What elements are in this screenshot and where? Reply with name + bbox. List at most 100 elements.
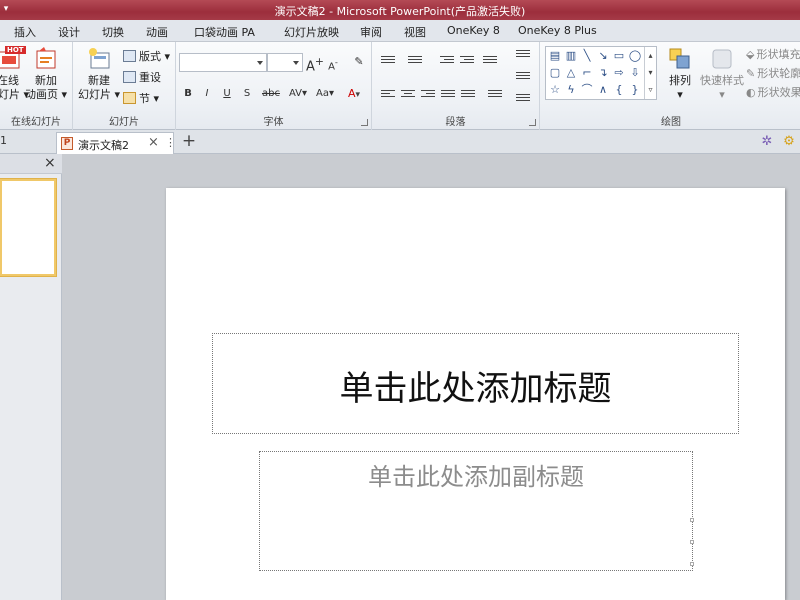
group-label-online-slides: 在线幻灯片	[11, 117, 61, 128]
align-center-icon[interactable]	[400, 88, 416, 102]
tab-review[interactable]: 审阅	[360, 24, 382, 40]
char-spacing-button[interactable]: AV▾	[286, 85, 310, 103]
new-tab-button[interactable]: +	[178, 132, 200, 152]
numbering-icon[interactable]	[407, 54, 423, 68]
new-slide-label-1: 新建	[88, 74, 110, 87]
slide-thumbnail[interactable]	[0, 179, 56, 276]
strikethrough-button[interactable]: abc	[258, 85, 284, 103]
shadow-button[interactable]: S	[238, 85, 256, 103]
align-text-icon[interactable]	[515, 70, 531, 84]
shapes-gallery: ▤ ▥ ╲ ↘ ▭ ◯ ▢ △ ⌐ ↴ ⇨ ⇩ ☆ ϟ ⌒ ∧ { } ▴ ▾ ▿	[545, 46, 657, 100]
tab-view[interactable]: 视图	[404, 24, 426, 40]
new-slide-icon	[86, 46, 112, 72]
left-brace-shape-icon[interactable]: {	[611, 82, 627, 97]
reset-button[interactable]: 重设	[123, 69, 161, 87]
tab-onekey8[interactable]: OneKey 8	[447, 24, 500, 37]
group-label-slides: 幻灯片	[109, 117, 139, 128]
doc-tab-active[interactable]: P 演示文稿2 × ⋮	[56, 132, 176, 154]
line-shape-icon[interactable]: ╲	[579, 48, 595, 63]
tab-transitions[interactable]: 切换	[102, 24, 124, 40]
online-slides-label-2: 幻灯片	[0, 88, 20, 101]
triangle-shape-icon[interactable]: △	[563, 65, 579, 80]
freeform-shape-icon[interactable]: ∧	[595, 82, 611, 97]
skin-icon[interactable]: ✲	[759, 134, 775, 150]
font-color-button[interactable]: A▾	[343, 85, 365, 103]
right-arrow-shape-icon[interactable]: ⇨	[611, 65, 627, 80]
underline-button[interactable]: U	[218, 85, 236, 103]
tab-pocket-animation[interactable]: 口袋动画 PA	[194, 24, 255, 40]
doc-tab-menu-icon[interactable]: ⋮	[165, 136, 176, 149]
tab-insert[interactable]: 插入	[14, 24, 36, 40]
tab-design[interactable]: 设计	[58, 24, 80, 40]
clear-format-icon[interactable]: ✎	[350, 53, 368, 71]
columns-icon[interactable]	[487, 88, 503, 102]
grow-font-button[interactable]: A+	[306, 53, 324, 74]
settings-gear-icon[interactable]: ⚙	[781, 134, 797, 150]
align-right-icon[interactable]	[420, 88, 436, 102]
quick-styles-button[interactable]: 快速样式 ▾	[700, 46, 744, 102]
slides-panel-close-icon[interactable]: ×	[44, 155, 56, 171]
slide-canvas[interactable]: 单击此处添加标题 单击此处添加副标题	[166, 188, 785, 600]
powerpoint-file-icon: P	[61, 137, 73, 150]
bold-button[interactable]: B	[179, 85, 197, 103]
resize-handle[interactable]	[690, 562, 694, 566]
left-tab-stub[interactable]: 1	[0, 134, 7, 147]
justify-icon[interactable]	[440, 88, 456, 102]
arrange-label: 排列	[669, 74, 691, 87]
bullets-icon[interactable]	[380, 54, 396, 68]
font-name-dropdown-icon[interactable]	[257, 61, 263, 65]
rounded-rect-shape-icon[interactable]: ▢	[547, 65, 563, 80]
group-font: A+ A- ✎ B I U S abc AV▾ Aa▾ A▾ 字体	[176, 42, 372, 130]
lightning-shape-icon[interactable]: ϟ	[563, 82, 579, 97]
resize-handle[interactable]	[690, 518, 694, 522]
section-icon	[123, 92, 136, 104]
shape-fill-button[interactable]: ⬙ 形状填充	[746, 46, 800, 64]
italic-button[interactable]: I	[198, 85, 216, 103]
increase-indent-icon[interactable]	[459, 54, 475, 68]
subtitle-placeholder[interactable]: 单击此处添加副标题	[259, 451, 693, 571]
oval-shape-icon[interactable]: ◯	[627, 48, 643, 63]
section-button[interactable]: 节 ▾	[123, 90, 159, 108]
resize-handle[interactable]	[690, 540, 694, 544]
new-anim-label-1: 新加	[35, 74, 57, 87]
shrink-font-button[interactable]: A-	[324, 53, 342, 72]
arrange-button[interactable]: 排列 ▾	[662, 46, 698, 102]
smartart-icon[interactable]	[515, 92, 531, 106]
paragraph-dialog-launcher-icon[interactable]	[529, 119, 536, 126]
line-spacing-icon[interactable]	[482, 54, 498, 68]
change-case-button[interactable]: Aa▾	[313, 85, 337, 103]
elbow-connector-shape-icon[interactable]: ⌐	[579, 65, 595, 80]
doc-tab-close-icon[interactable]: ×	[148, 135, 159, 150]
layout-label: 版式	[139, 50, 161, 63]
decrease-indent-icon[interactable]	[439, 54, 455, 68]
tab-animations[interactable]: 动画	[146, 24, 168, 40]
arrow-line-shape-icon[interactable]: ↘	[595, 48, 611, 63]
slides-panel-header: ×	[0, 154, 62, 174]
new-slide-button[interactable]: 新建 幻灯片 ▾	[75, 46, 123, 102]
font-size-dropdown-icon[interactable]	[293, 61, 299, 65]
font-size-combo[interactable]	[267, 53, 303, 72]
distribute-icon[interactable]	[460, 88, 476, 102]
window-title: 演示文稿2 - Microsoft PowerPoint(产品激活失败)	[274, 5, 526, 18]
title-placeholder[interactable]: 单击此处添加标题	[212, 333, 739, 434]
elbow-arrow-shape-icon[interactable]: ↴	[595, 65, 611, 80]
shapes-gallery-scroll[interactable]: ▴ ▾ ▿	[644, 47, 656, 99]
vertical-textbox-shape-icon[interactable]: ▥	[563, 48, 579, 63]
rectangle-shape-icon[interactable]: ▭	[611, 48, 627, 63]
shape-effects-button[interactable]: ◐ 形状效果	[746, 84, 800, 102]
new-animation-page-button[interactable]: 新加 动画页 ▾	[24, 46, 68, 102]
align-left-icon[interactable]	[380, 88, 396, 102]
slides-panel: ×	[0, 154, 62, 600]
star-shape-icon[interactable]: ☆	[547, 82, 563, 97]
right-brace-shape-icon[interactable]: }	[627, 82, 643, 97]
curve-shape-icon[interactable]: ⌒	[579, 82, 595, 97]
tab-onekey8-plus[interactable]: OneKey 8 Plus	[518, 24, 597, 37]
font-dialog-launcher-icon[interactable]	[361, 119, 368, 126]
down-arrow-shape-icon[interactable]: ⇩	[627, 65, 643, 80]
shape-outline-button[interactable]: ✎ 形状轮廓	[746, 65, 800, 83]
text-direction-icon[interactable]	[515, 48, 531, 62]
layout-button[interactable]: 版式 ▾	[123, 48, 170, 66]
textbox-shape-icon[interactable]: ▤	[547, 48, 563, 63]
tab-slideshow[interactable]: 幻灯片放映	[284, 24, 339, 40]
font-name-combo[interactable]	[179, 53, 267, 72]
